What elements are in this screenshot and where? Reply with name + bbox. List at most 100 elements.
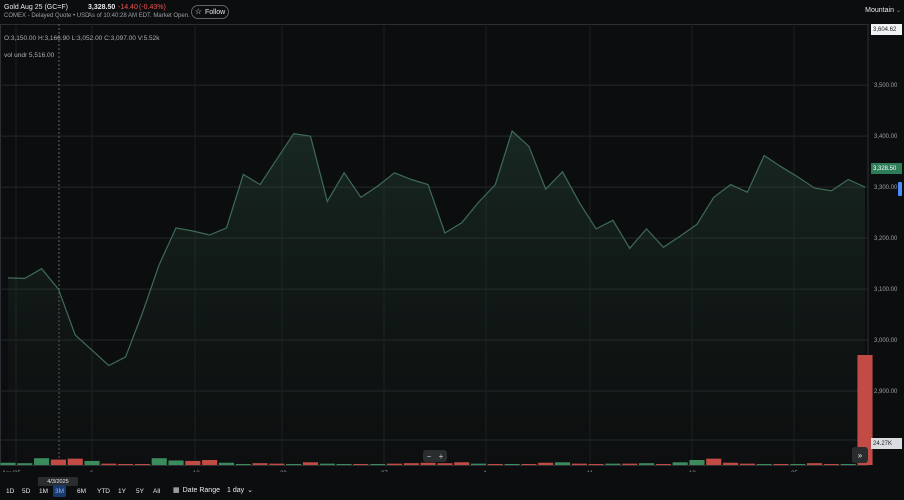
price-chart[interactable]: 3,500.00 3,400.00 3,300.00 3,200.00 3,100.00…	[0, 24, 904, 486]
volume-bar	[118, 464, 134, 465]
volume-bar	[823, 464, 839, 465]
price-scroll-handle[interactable]	[898, 182, 902, 196]
max-price-badge: 3,604.62	[871, 24, 902, 35]
volume-bar	[538, 462, 554, 465]
volume-bar	[202, 460, 218, 465]
provider-selector[interactable]: Mountain ⌄	[865, 7, 901, 14]
zoom-in-button[interactable]: +	[439, 452, 444, 461]
volume-bar	[588, 464, 604, 465]
volume-bar	[252, 463, 268, 465]
volume-bar	[689, 460, 705, 465]
y-tick-label: 3,200.00	[874, 236, 898, 242]
volume-bar	[235, 464, 251, 465]
range-5y[interactable]: 5Y	[134, 485, 146, 497]
star-icon: ☆	[194, 7, 202, 16]
range-ytd[interactable]: YTD	[95, 485, 112, 497]
volume-bar	[773, 464, 789, 465]
interval-label: 1 day	[227, 486, 245, 494]
volume-bar	[571, 463, 587, 465]
volume-bar	[554, 462, 571, 465]
y-tick-label: 3,400.00	[874, 134, 898, 140]
volume-bar	[756, 464, 772, 465]
x-tick-label: 20	[280, 471, 287, 472]
volume-bar	[454, 462, 470, 465]
volume-bar	[34, 458, 50, 465]
volume-bar	[807, 463, 823, 465]
calendar-icon: ▦	[173, 487, 180, 494]
volume-bar	[739, 463, 755, 465]
range-6m[interactable]: 6M	[75, 485, 88, 497]
volume-bar	[638, 463, 655, 465]
volume-legend: vol undr 5,516.00	[4, 52, 55, 59]
fast-forward-button[interactable]: »	[852, 447, 868, 463]
volume-bar	[370, 464, 386, 465]
zoom-out-button[interactable]: −	[427, 452, 432, 461]
volume-bar	[470, 463, 487, 465]
volume-bar	[302, 462, 319, 465]
zoom-control[interactable]: − +	[423, 450, 447, 462]
volume-bar	[151, 458, 167, 465]
volume-bar	[790, 464, 806, 465]
volume-bar	[672, 462, 688, 465]
volume-bar	[218, 462, 235, 465]
interval-selector[interactable]: 1 day ⌄	[227, 484, 253, 496]
x-tick-label: 27	[381, 471, 388, 472]
volume-bar	[386, 463, 403, 465]
x-tick-label: 25	[791, 471, 798, 472]
chart-canvas[interactable]: 3,500.00 3,400.00 3,300.00 3,200.00 3,100.00…	[0, 24, 904, 472]
last-price-badge: 3,328.50	[871, 163, 902, 174]
x-tick-label: 13	[193, 471, 200, 472]
volume-bar	[723, 462, 739, 465]
volume-bar	[622, 463, 638, 465]
y-tick-label: 3,100.00	[874, 287, 898, 293]
price-area	[8, 131, 865, 465]
last-price: 3,328.50	[88, 4, 116, 11]
instrument-title: Gold Aug 25 (GC=F)	[4, 4, 69, 11]
volume-bar	[655, 464, 671, 465]
volume-bar	[0, 462, 16, 465]
volume-bar	[17, 463, 33, 465]
x-tick-label: 4	[483, 471, 487, 472]
quote-header: Gold Aug 25 (GC=F) COMEX - Delayed Quote…	[0, 0, 904, 24]
range-1y[interactable]: 1Y	[116, 485, 128, 497]
volume-bar	[67, 458, 83, 465]
follow-button[interactable]: ☆ Follow	[191, 5, 229, 19]
volume-bar	[185, 460, 201, 465]
y-tick-label: 3,300.00	[874, 185, 898, 191]
x-tick-label: Apr '25	[2, 471, 21, 472]
range-1m[interactable]: 1M	[37, 485, 50, 497]
volume-bar	[168, 460, 184, 465]
range-1d[interactable]: 1D	[4, 485, 16, 497]
volume-bar	[101, 463, 117, 465]
volume-bar	[403, 463, 419, 465]
volume-bar	[521, 464, 537, 465]
volume-bar	[319, 463, 335, 465]
volume-bar	[269, 463, 285, 465]
volume-bar	[504, 464, 520, 465]
range-3m[interactable]: 3M	[53, 485, 67, 497]
exchange-subtitle: COMEX - Delayed Quote • USD	[4, 13, 90, 19]
volume-bar	[840, 464, 856, 465]
y-tick-label: 3,500.00	[874, 83, 898, 89]
volume-bar	[487, 464, 503, 465]
range-all[interactable]: All	[151, 485, 162, 497]
volume-bar	[353, 464, 369, 465]
volume-bar	[50, 459, 66, 465]
volume-bar	[84, 460, 100, 465]
x-tick-label: 18	[689, 471, 696, 472]
volume-badge: 24.27K	[871, 438, 902, 449]
y-tick-label: 3,000.00	[874, 338, 898, 344]
volume-bar	[437, 463, 453, 465]
date-range-label: Date Range	[182, 486, 220, 494]
volume-bar	[706, 458, 722, 465]
ohlc-legend: O:3,150.00 H:3,166.90 L:3,052.00 C:3,097…	[4, 35, 160, 42]
price-change-pct: (-0.43%)	[139, 4, 166, 11]
price-change: -14.40	[118, 4, 138, 11]
volume-bar	[336, 464, 352, 465]
date-range-button[interactable]: ▦ Date Range	[173, 484, 220, 496]
chevron-down-icon: ⌄	[247, 487, 253, 494]
volume-bar	[605, 463, 621, 465]
range-5d[interactable]: 5D	[20, 485, 32, 497]
volume-bar	[286, 464, 302, 465]
volume-bar	[420, 462, 436, 465]
